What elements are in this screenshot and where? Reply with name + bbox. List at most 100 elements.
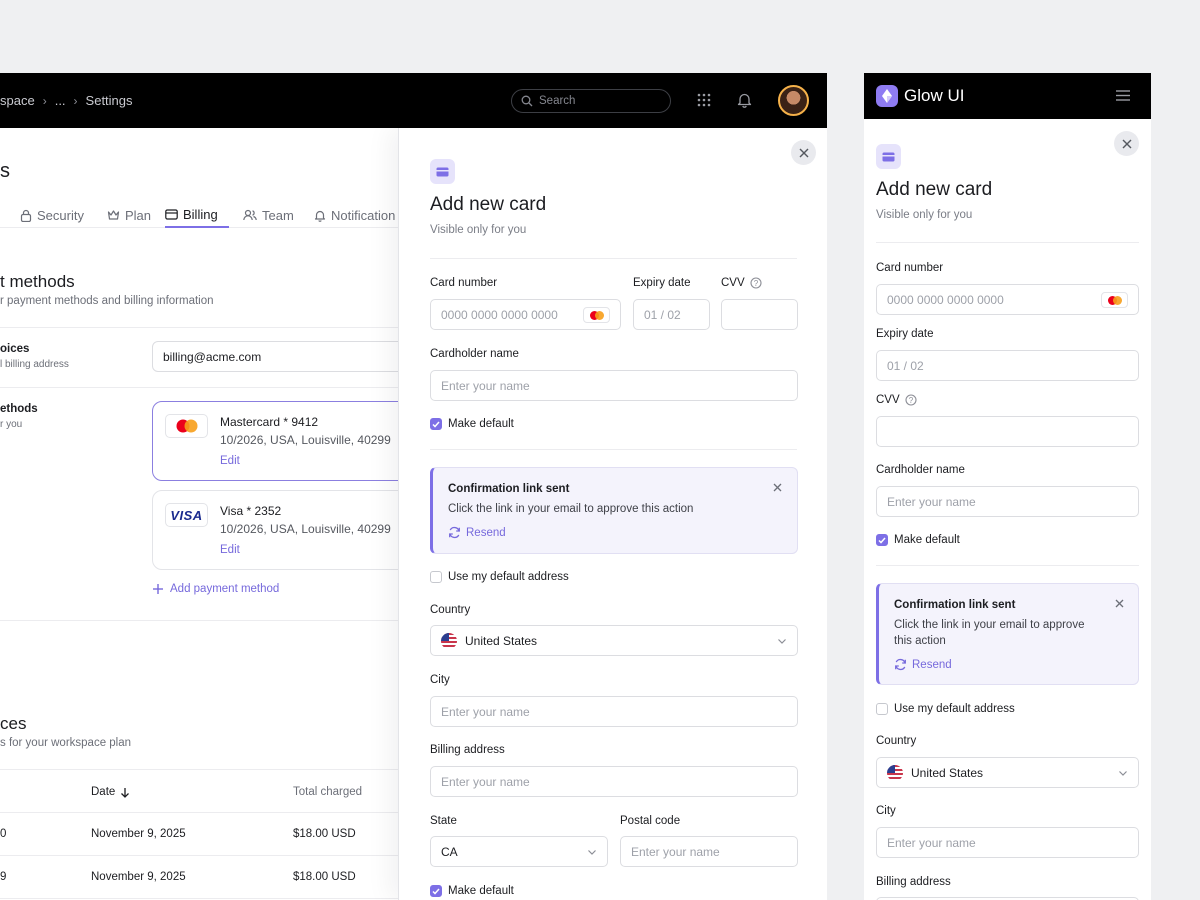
menu-icon[interactable] [1116,90,1130,101]
credit-card-icon [876,144,901,169]
make-default-label: Make default [448,418,514,430]
card-number-placeholder: 0000 0000 0000 0000 [441,307,558,322]
app-name: Glow UI [904,86,965,105]
chevron-right-icon: › [42,93,47,108]
cardholder-name-input[interactable]: Enter your name [430,370,798,401]
billing-address-label: Billing address [876,876,951,888]
use-default-address-checkbox[interactable]: Use my default address [430,571,569,583]
country-label: Country [430,604,471,616]
avatar[interactable] [778,85,809,116]
billing-email-field[interactable]: billing@acme.com [152,341,412,372]
country-label: Country [876,735,917,747]
country-select[interactable]: United States [430,625,798,656]
tab-team-label: Team [262,207,294,223]
card-details: 10/2026, USA, Louisville, 40299 [220,522,391,536]
use-default-address-label: Use my default address [448,571,569,583]
use-default-address-checkbox[interactable]: Use my default address [876,703,1015,715]
credit-card-icon [430,159,455,184]
close-button[interactable] [1114,131,1139,156]
postal-code-label: Postal code [620,815,681,827]
cvv-label-group: CVV ? [876,394,917,406]
bell-icon[interactable] [737,92,752,108]
tab-security[interactable]: Security [20,202,84,228]
payment-methods-sublabel: r you [0,419,23,430]
drawer-subtitle: Visible only for you [876,209,973,221]
breadcrumb: space › ... › Settings [0,93,133,108]
card-number-label: Card number [876,262,944,274]
city-input[interactable]: Enter your name [876,827,1139,858]
apps-grid-icon[interactable] [697,93,711,107]
help-icon[interactable]: ? [750,277,762,289]
cardholder-name-label: Cardholder name [876,464,965,476]
tab-team[interactable]: Team [243,202,294,228]
plus-icon [153,584,163,594]
add-payment-method-label: Add payment method [170,583,280,595]
add-payment-method-button[interactable]: Add payment method [152,583,279,595]
logo[interactable]: Glow UI [876,85,964,107]
checkbox-checked-icon [430,885,442,897]
chevron-down-icon [778,639,786,644]
refresh-icon [449,526,460,539]
city-label: City [430,674,450,686]
date-column-header[interactable]: Date [91,786,130,798]
tab-plan-label: Plan [125,207,152,223]
card-number-input[interactable]: 0000 0000 0000 0000 [430,299,621,330]
expiry-date-input[interactable]: 01 / 02 [876,350,1139,381]
divider [876,565,1139,566]
settings-tabs: Security Plan Billing Team Notification [0,198,400,228]
breadcrumb-ellipsis[interactable]: ... [55,93,66,108]
card-number-label: Card number [430,277,498,289]
alert-title: Confirmation link sent [448,483,570,495]
close-icon[interactable] [773,483,782,492]
postal-code-input[interactable]: Enter your name [620,836,798,867]
tab-notifications[interactable]: Notification [314,202,395,228]
breadcrumb-settings[interactable]: Settings [86,93,133,108]
state-select[interactable]: CA [430,836,608,867]
mastercard-logo [1101,292,1128,308]
divider [876,242,1139,243]
alert-body: Click the link in your email to approve … [448,503,694,515]
resend-label: Resend [912,658,952,671]
bell-icon [314,210,326,222]
edit-card-link[interactable]: Edit [220,455,240,467]
cvv-label-group: CVV ? [721,277,762,289]
resend-button[interactable]: Resend [448,526,506,539]
close-icon[interactable] [1115,599,1124,608]
search-input[interactable]: Search [511,89,671,113]
make-default-checkbox[interactable]: Make default [876,534,960,546]
payment-card-mastercard[interactable]: Mastercard * 9412 10/2026, USA, Louisvil… [152,401,412,481]
breadcrumb-workspace[interactable]: space [0,93,35,108]
close-button[interactable] [791,140,816,165]
tab-billing[interactable]: Billing [165,202,229,228]
make-default-label: Make default [448,885,514,897]
tab-billing-label: Billing [183,206,218,222]
divider [0,327,400,328]
divider [0,855,400,856]
cvv-input[interactable] [876,416,1139,447]
make-default-checkbox[interactable]: Make default [430,418,514,430]
billing-address-input[interactable]: Enter your name [430,766,798,797]
invoices-title: ces [0,714,27,733]
tab-plan[interactable]: Plan [107,202,151,228]
chevron-down-icon [1119,771,1127,776]
cvv-input[interactable] [721,299,798,330]
payment-methods-title: t methods [0,272,75,291]
help-icon[interactable]: ? [905,394,917,406]
svg-text:?: ? [753,279,758,288]
credit-card-icon [165,208,178,220]
users-icon [243,209,257,221]
cardholder-name-input[interactable]: Enter your name [876,486,1139,517]
make-default-checkbox[interactable]: Make default [430,885,514,897]
payment-card-visa[interactable]: VISA Visa * 2352 10/2026, USA, Louisvill… [152,490,412,570]
cardholder-name-label: Cardholder name [430,348,519,360]
billing-address-label: Billing address [430,744,505,756]
country-select[interactable]: United States [876,757,1139,788]
crown-icon [107,210,120,220]
us-flag-icon [441,632,457,649]
resend-button[interactable]: Resend [894,658,952,671]
edit-card-link[interactable]: Edit [220,544,240,556]
expiry-date-input[interactable]: 01 / 02 [633,299,710,330]
chevron-right-icon: › [73,93,78,108]
city-input[interactable]: Enter your name [430,696,798,727]
card-number-input[interactable]: 0000 0000 0000 0000 [876,284,1139,315]
